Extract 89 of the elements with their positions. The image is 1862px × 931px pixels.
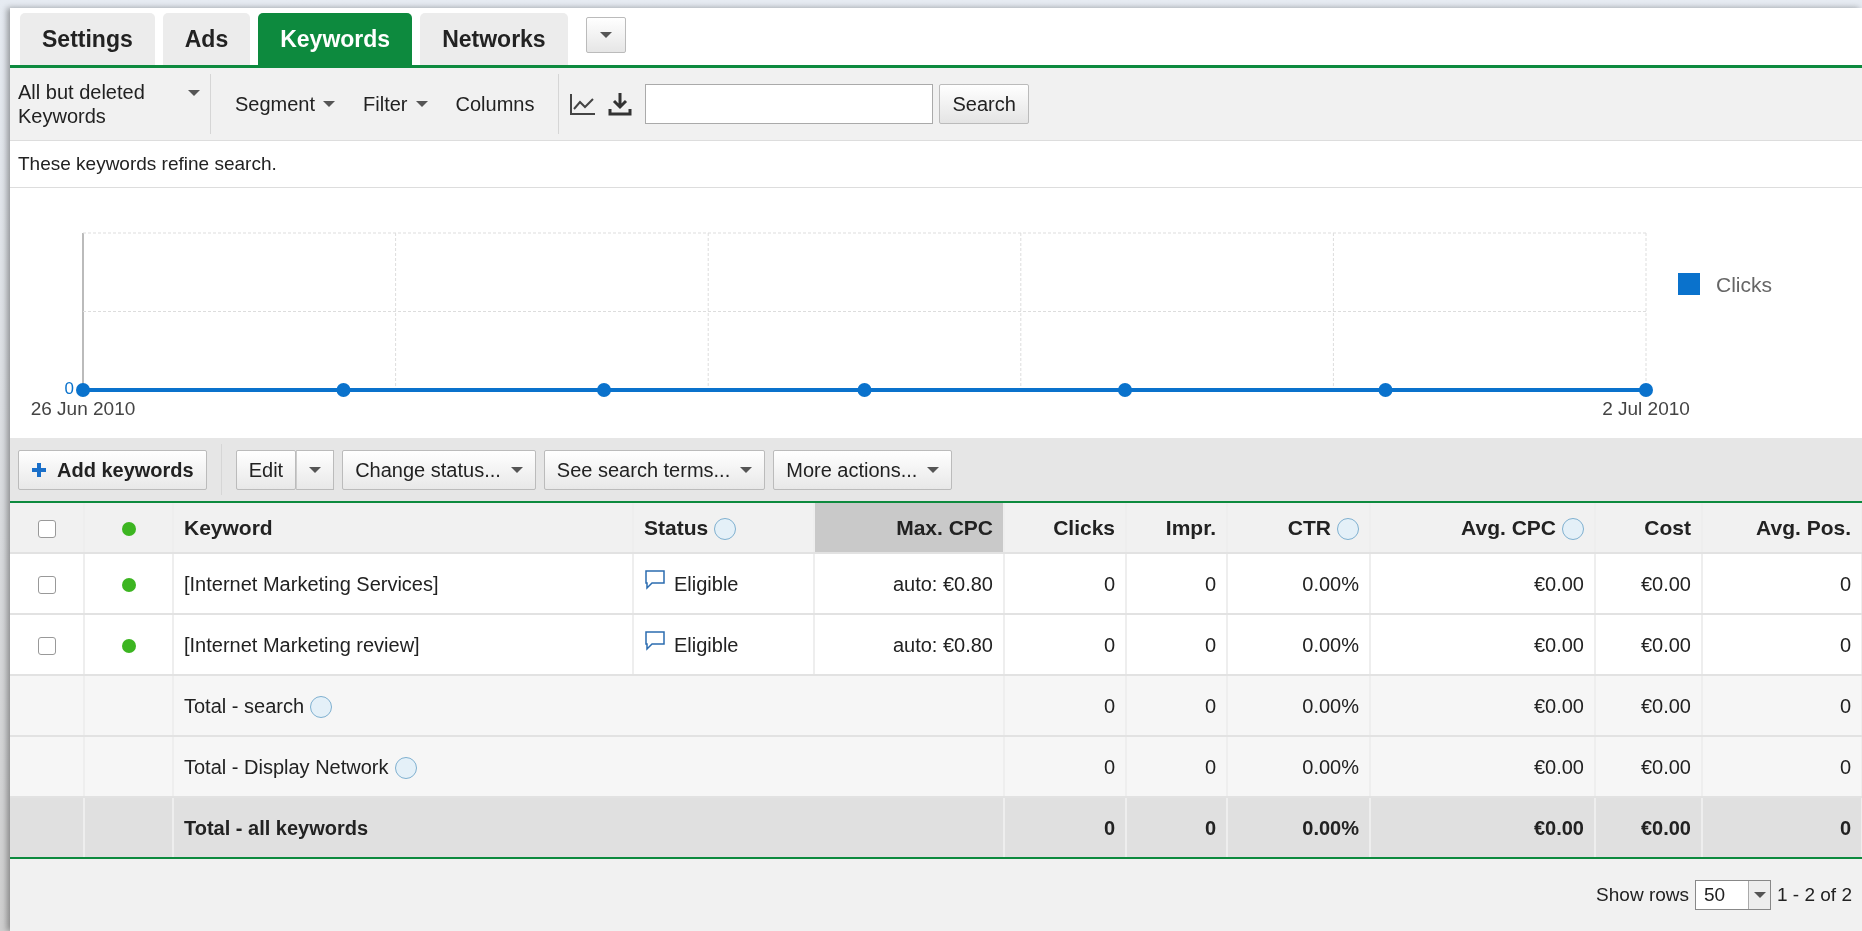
table-cell: €0.00 bbox=[1533, 755, 1584, 778]
table-cell: €0.00 bbox=[1640, 694, 1691, 717]
column-header[interactable]: Status bbox=[644, 515, 709, 539]
table-cell: 0 bbox=[1204, 694, 1216, 717]
table-cell: auto: €0.80 bbox=[892, 633, 993, 656]
column-header[interactable]: Keyword bbox=[184, 515, 273, 539]
search-button[interactable]: Search bbox=[939, 84, 1029, 124]
date-label: 26 Jun 2010 bbox=[30, 398, 136, 419]
help-icon[interactable] bbox=[1337, 518, 1359, 541]
keyword-text: [Internet Marketing Services] bbox=[184, 572, 439, 595]
caret-icon bbox=[927, 466, 940, 473]
page-range: 1 - 2 of 2 bbox=[1777, 882, 1852, 907]
speech-bubble-icon[interactable] bbox=[644, 629, 666, 652]
table-cell: 0 bbox=[1204, 816, 1216, 839]
dropdown-button[interactable]: See search terms... bbox=[543, 449, 766, 490]
column-header[interactable]: CTR bbox=[1287, 515, 1331, 539]
table-cell: €0.00 bbox=[1533, 633, 1584, 656]
view-filter-dropdown[interactable]: All but deleted Keywords bbox=[10, 80, 200, 128]
table-cell: €0.00 bbox=[1640, 633, 1691, 656]
table-cell: 0 bbox=[1103, 694, 1115, 717]
rows-per-page-select[interactable]: 50 bbox=[1695, 880, 1771, 910]
help-icon[interactable] bbox=[310, 696, 333, 719]
total-label: Total - all keywords bbox=[184, 816, 369, 839]
table-cell: 0 bbox=[1103, 816, 1115, 839]
table-cell: 0.00% bbox=[1302, 694, 1359, 717]
plus-icon bbox=[31, 461, 47, 478]
caret-icon bbox=[740, 466, 753, 473]
caret-icon bbox=[309, 466, 322, 473]
download-icon[interactable] bbox=[607, 91, 634, 117]
tab[interactable]: Ads bbox=[162, 12, 251, 65]
more-tabs-button[interactable] bbox=[585, 17, 626, 53]
checkbox[interactable] bbox=[37, 576, 56, 595]
caret-icon bbox=[415, 101, 428, 107]
caret-icon bbox=[510, 466, 523, 473]
table-cell: €0.00 bbox=[1533, 816, 1584, 839]
dropdown-button[interactable]: Change status... bbox=[342, 449, 536, 490]
table-cell: €0.00 bbox=[1533, 572, 1584, 595]
y-axis-zero-label: 0 bbox=[64, 379, 74, 398]
tab[interactable]: Networks bbox=[420, 12, 568, 65]
table-cell: 0 bbox=[1204, 755, 1216, 778]
tab[interactable]: Keywords bbox=[258, 12, 413, 65]
table-cell: 0 bbox=[1204, 633, 1216, 656]
help-icon[interactable] bbox=[394, 757, 417, 780]
help-icon[interactable] bbox=[714, 518, 737, 541]
table-cell: 0.00% bbox=[1302, 755, 1359, 778]
menu-button[interactable]: Columns bbox=[441, 89, 549, 119]
caret-icon bbox=[323, 101, 336, 107]
keyword-text: [Internet Marketing review] bbox=[184, 633, 420, 656]
caret-icon bbox=[1753, 892, 1766, 898]
table-cell: 0 bbox=[1204, 572, 1216, 595]
table-cell: auto: €0.80 bbox=[892, 572, 993, 595]
dropdown-arrow-button[interactable] bbox=[296, 449, 335, 490]
table-cell: €0.00 bbox=[1640, 816, 1691, 839]
menu-dropdown[interactable]: Filter bbox=[349, 89, 442, 119]
table-cell: €0.00 bbox=[1533, 694, 1584, 717]
table-cell: 0 bbox=[1839, 572, 1851, 595]
date-label: 2 Jul 2010 bbox=[1602, 398, 1690, 419]
line-chart-icon[interactable] bbox=[569, 92, 598, 116]
help-icon[interactable] bbox=[1562, 518, 1584, 541]
table-cell: 0.00% bbox=[1302, 633, 1359, 656]
tab[interactable]: Settings bbox=[20, 12, 155, 65]
add-keywords-button[interactable]: Add keywords bbox=[18, 449, 207, 490]
legend-label: Clicks bbox=[1716, 273, 1772, 296]
table-cell: 0 bbox=[1839, 755, 1851, 778]
total-label: Total - Display Network bbox=[184, 755, 389, 778]
table-cell: Eligible bbox=[674, 572, 739, 595]
table-cell: 0 bbox=[1103, 633, 1115, 656]
show-rows-label: Show rows bbox=[1596, 882, 1689, 907]
table-cell: 0 bbox=[1839, 633, 1851, 656]
caret-icon bbox=[599, 32, 612, 38]
checkbox[interactable] bbox=[37, 637, 56, 656]
speech-bubble-icon[interactable] bbox=[644, 568, 666, 591]
edit-button[interactable]: Edit bbox=[235, 449, 297, 490]
checkbox[interactable] bbox=[37, 520, 56, 539]
table-cell: 0 bbox=[1839, 816, 1851, 839]
menu-dropdown[interactable]: Segment bbox=[221, 89, 350, 119]
caret-icon bbox=[188, 90, 200, 96]
dropdown-button[interactable]: More actions... bbox=[773, 449, 953, 490]
table-cell: 0 bbox=[1839, 694, 1851, 717]
table-cell: 0.00% bbox=[1302, 572, 1359, 595]
info-text: These keywords refine search. bbox=[18, 151, 277, 176]
search-field[interactable] bbox=[645, 84, 934, 124]
table-cell: €0.00 bbox=[1640, 572, 1691, 595]
table-cell: 0.00% bbox=[1302, 816, 1359, 839]
table-cell: 0 bbox=[1103, 755, 1115, 778]
table-cell: €0.00 bbox=[1640, 755, 1691, 778]
total-label: Total - search bbox=[184, 694, 305, 717]
table-cell: 0 bbox=[1103, 572, 1115, 595]
table-cell: Eligible bbox=[674, 633, 739, 656]
